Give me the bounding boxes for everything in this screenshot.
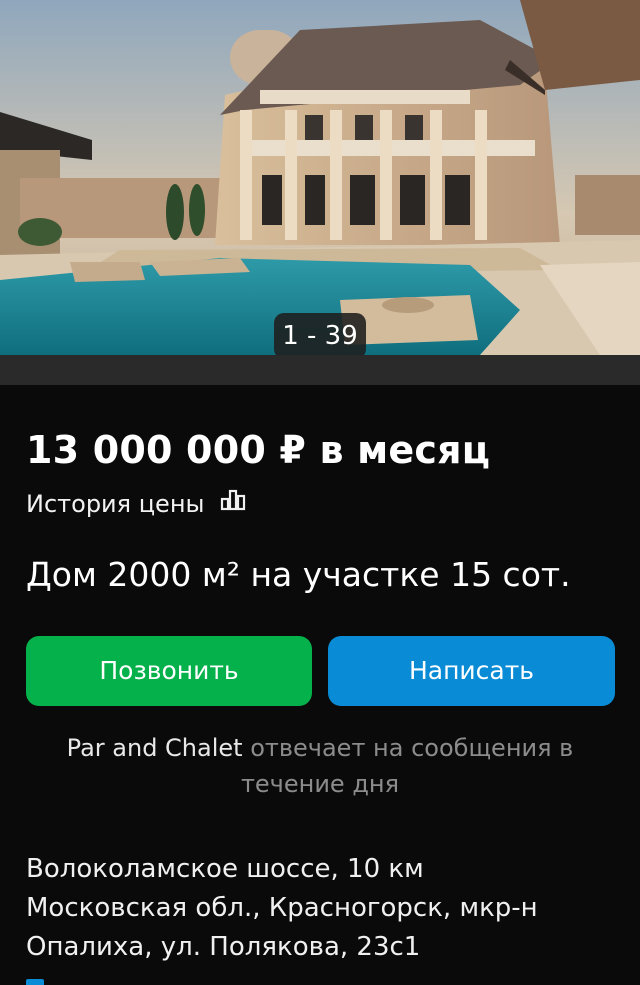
listing-title: Дом 2000 м² на участке 15 сот.	[26, 555, 571, 594]
address-line-3: Опалиха, ул. Полякова, 23с1	[26, 932, 421, 962]
seller-response-note: Par and Chalet отвечает на сообщения в т…	[26, 730, 614, 802]
seller-response-text: отвечает на сообщения в течение дня	[240, 734, 574, 798]
bar-chart-icon	[220, 489, 246, 517]
address-line-2: Московская обл., Красногорск, мкр-н	[26, 893, 538, 923]
call-button[interactable]: Позвонить	[26, 636, 312, 706]
write-button[interactable]: Написать	[328, 636, 615, 706]
house-photo	[0, 0, 640, 355]
map-marker-edge	[26, 979, 44, 985]
address-highway: Волоколамское шоссе, 10 км	[26, 854, 424, 884]
seller-name[interactable]: Par and Chalet	[67, 734, 243, 762]
address: Волоколамское шоссе, 10 км Московская об…	[26, 850, 616, 967]
photo-counter: 1 - 39	[274, 313, 366, 355]
price: 13 000 000 ₽ в месяц	[26, 428, 491, 472]
gallery-divider	[0, 355, 640, 385]
photo-gallery[interactable]: 1 - 39	[0, 0, 640, 355]
price-history-label: История цены	[26, 490, 205, 518]
price-history-link[interactable]: История цены	[26, 489, 246, 518]
